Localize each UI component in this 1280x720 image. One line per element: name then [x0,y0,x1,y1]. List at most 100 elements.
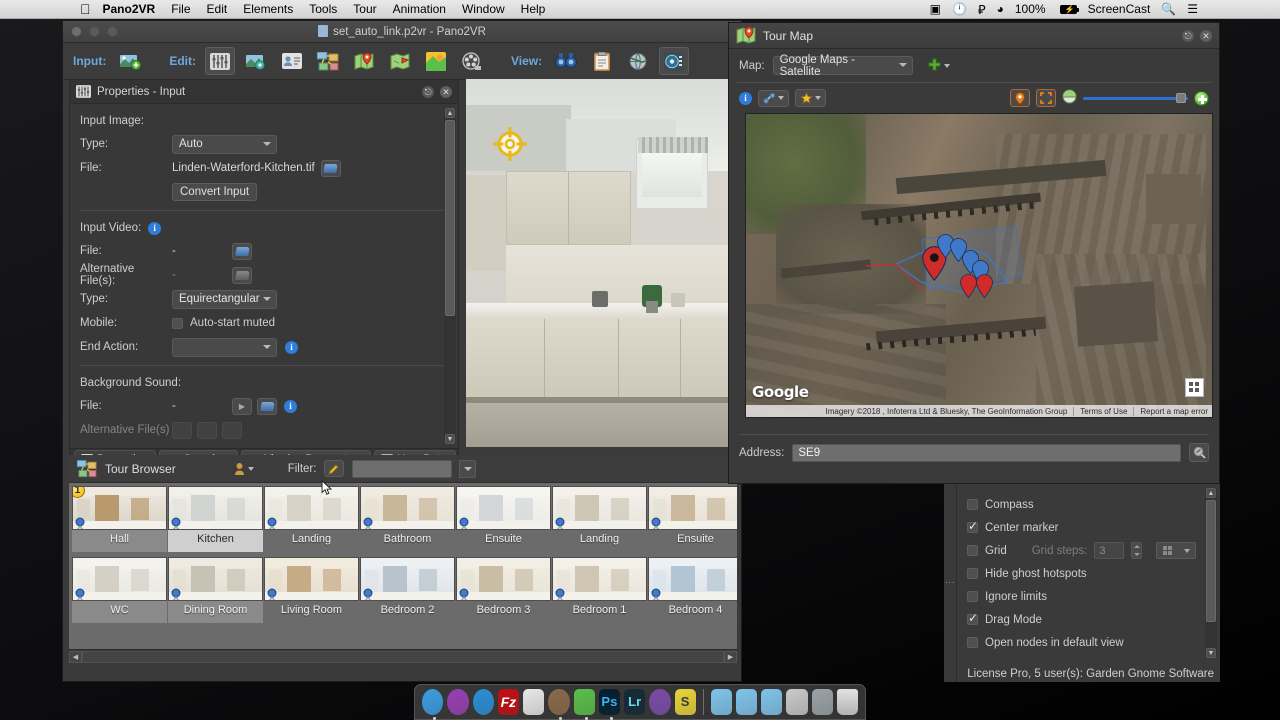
scroll-down-arrow[interactable]: ▼ [1206,648,1216,658]
undock-icon[interactable]: ⎋ [422,85,434,98]
map-info-icon[interactable]: i [739,91,752,105]
applications-folder-icon[interactable] [735,689,758,715]
animation-button[interactable] [457,47,487,75]
finder-icon[interactable] [422,689,444,720]
tour-browser-button[interactable] [313,47,343,75]
tour-node-thumbnail[interactable] [456,486,551,530]
grid-steps-stepper[interactable] [1131,542,1143,559]
convert-input-button[interactable]: Convert Input [172,183,258,201]
tour-node-cell[interactable]: Ensuite [456,486,551,552]
sound-alt-btn-1[interactable] [172,421,192,439]
tour-map-header[interactable]: Tour Map ⎋ ✕ [729,23,1219,49]
map-marker-button[interactable] [1010,89,1030,107]
safari-icon[interactable] [472,689,494,715]
patch-button[interactable] [241,47,271,75]
viewing-parameters-button[interactable] [587,47,617,75]
recent-items-icon[interactable] [811,689,833,715]
map-option-row[interactable]: Compass [957,493,1220,516]
tour-node-cell[interactable]: Bedroom 4 [648,557,737,623]
tour-node-thumbnail[interactable] [552,557,647,601]
map-option-checkbox[interactable] [967,545,978,556]
link-tool-button[interactable] [758,89,789,107]
map-grid-control[interactable] [1185,378,1204,397]
trash-icon[interactable] [836,689,859,715]
sound-file-browse-button[interactable] [257,397,277,415]
tour-node-cell[interactable]: Bedroom 3 [456,557,551,623]
map-option-row[interactable]: Ignore limits [957,585,1220,608]
menu-item-window[interactable]: Window [462,2,505,16]
auto-start-muted-checkbox[interactable] [172,317,183,329]
hscrollbar-track[interactable] [82,650,724,663]
overview-button[interactable] [551,47,581,75]
map-option-checkbox[interactable] [967,611,978,625]
add-map-button[interactable] [927,58,950,73]
menu-item-animation[interactable]: Animation [393,2,446,16]
filter-pencil-button[interactable] [324,460,345,477]
photoshop-icon[interactable]: Ps [598,689,620,720]
input-type-select[interactable]: Auto [172,134,277,154]
input-file-browse-button[interactable] [320,159,341,177]
scroll-right-arrow[interactable]: ▶ [724,650,737,663]
map-options-scrollbar[interactable]: ▲ ▼ [1205,488,1217,658]
map-option-row[interactable]: Grid Grid steps: 3 [957,539,1220,562]
user-name-label[interactable]: ScreenCast [1088,2,1151,16]
address-input[interactable]: SE9 [792,443,1181,462]
map-option-checkbox[interactable] [967,499,978,510]
video-file-browse-button[interactable] [232,242,252,260]
sound-alt-btn-3[interactable] [222,421,242,439]
grid-style-select[interactable] [1156,542,1197,559]
pan-button[interactable] [1062,89,1077,107]
stack-icon[interactable] [786,689,808,715]
window-titlebar[interactable]: set_auto_link.p2vr - Pano2VR [63,21,741,43]
tour-node-cell[interactable]: Landing [552,486,647,552]
tour-browser-hscrollbar[interactable]: ◀ ▶ [69,649,737,663]
scrollbar-thumb[interactable] [445,120,455,316]
map-option-row[interactable]: Center marker [957,516,1220,539]
map-canvas[interactable]: Google Imagery ©2018 , Infoterra Ltd & B… [745,113,1213,418]
preview-icon[interactable] [523,689,545,715]
bluetooth-icon[interactable]: ⃂ [978,1,986,18]
downloads-folder-icon[interactable] [761,689,783,715]
window-traffic-lights[interactable] [71,26,118,37]
map-option-row[interactable]: Open nodes in default view [957,631,1220,654]
map-source-select[interactable]: Google Maps - Satellite [772,54,913,78]
pano2vr-icon[interactable] [573,689,595,720]
output-button[interactable] [659,47,690,75]
tour-node-thumbnail[interactable] [264,557,359,601]
menu-item-tools[interactable]: Tools [309,2,337,16]
tour-node-cell[interactable]: Kitchen [168,486,263,552]
scroll-up-arrow[interactable]: ▲ [445,108,455,118]
map-zoom-slider[interactable] [1083,92,1188,103]
target-hotspot-icon[interactable] [493,127,527,161]
scroll-left-arrow[interactable]: ◀ [69,650,82,663]
tour-node-cell[interactable]: Bedroom 1 [552,557,647,623]
sound-info-icon[interactable]: i [284,399,297,413]
properties-button[interactable] [205,47,235,75]
map-option-row[interactable]: Hide ghost hotspots [957,562,1220,585]
properties-scrollbar[interactable]: ▲ ▼ [444,108,456,444]
menu-item-elements[interactable]: Elements [243,2,293,16]
list-icon[interactable]: ☰ [1187,2,1198,16]
end-action-info-icon[interactable]: i [285,340,298,354]
end-action-select[interactable] [172,337,277,357]
sound-alt-btn-2[interactable] [197,421,217,439]
camtasia-icon[interactable] [649,689,671,715]
map-option-row[interactable]: Drag Mode [957,608,1220,631]
tour-node-thumbnail[interactable] [648,486,737,530]
tour-node-thumbnail[interactable] [456,557,551,601]
menu-item-tour[interactable]: Tour [353,2,376,16]
video-type-select[interactable]: Equirectangular [172,289,277,309]
siri-icon[interactable] [447,689,469,715]
address-search-button[interactable] [1189,443,1209,462]
tour-node-thumbnail[interactable] [360,557,455,601]
clock-icon[interactable]: 🕛 [952,2,967,16]
zoom-slider-knob[interactable] [1176,92,1186,103]
close-window-button[interactable] [71,26,82,37]
filter-input[interactable] [352,459,453,478]
coconut-icon[interactable] [548,689,570,720]
tour-map-button[interactable] [349,47,379,75]
tour-node-thumbnail[interactable] [648,557,737,601]
tour-node-cell[interactable]: Living Room [264,557,359,623]
menu-item-file[interactable]: File [171,2,190,16]
wifi-icon[interactable]: ◕ [997,2,1004,16]
